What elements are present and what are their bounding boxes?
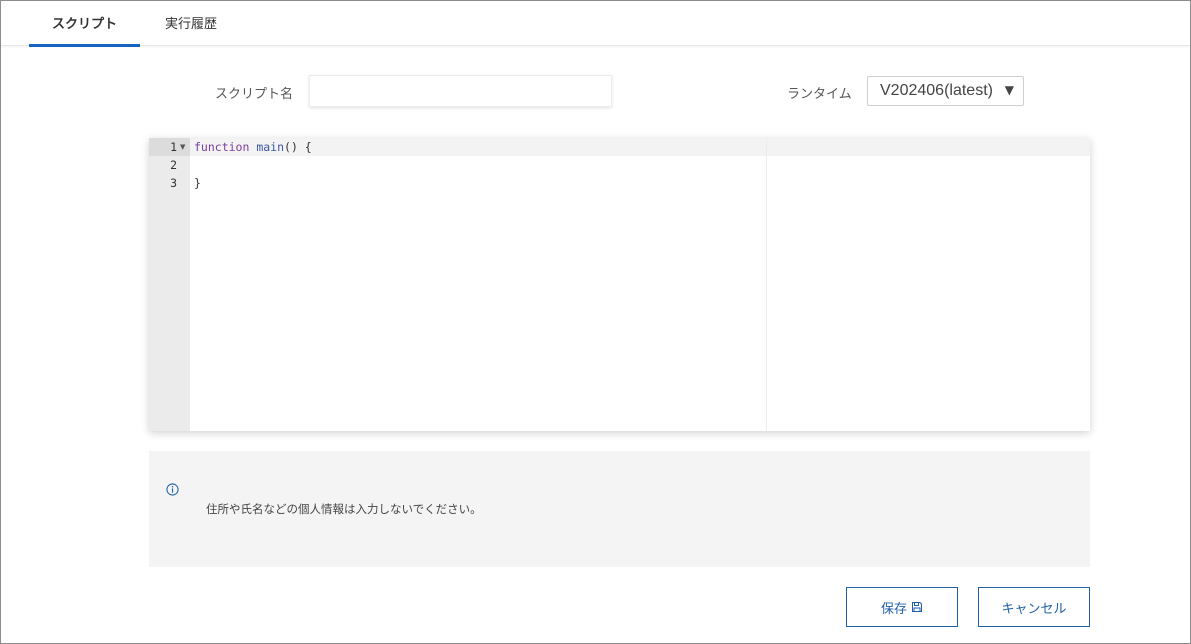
- notice-box: 住所や氏名などの個人情報は入力しないでください。: [149, 451, 1090, 567]
- cancel-button[interactable]: キャンセル: [978, 587, 1090, 627]
- line-number: 2: [170, 158, 177, 172]
- runtime-selected-value: V202406(latest): [880, 82, 993, 99]
- cancel-button-label: キャンセル: [1001, 601, 1067, 617]
- active-line-highlight: [190, 138, 1090, 156]
- notice-text: 住所や氏名などの個人情報は入力しないでください。: [206, 502, 482, 516]
- line-number: 3: [170, 176, 177, 190]
- script-name-label: スクリプト名: [215, 87, 294, 102]
- code-editor[interactable]: 1 ▼ 2 3 function main() { }: [149, 138, 1090, 431]
- code-line: function main() {: [194, 138, 312, 156]
- runtime-label: ランタイム: [787, 87, 852, 102]
- fold-arrow-icon[interactable]: ▼: [180, 138, 185, 156]
- code-text: () {: [284, 140, 312, 154]
- save-button[interactable]: 保存: [846, 587, 958, 627]
- floppy-disk-icon: [912, 602, 922, 612]
- script-name-input[interactable]: [309, 75, 612, 107]
- tab-bar: スクリプト 実行履歴: [1, 1, 1190, 47]
- tab-script[interactable]: スクリプト: [29, 1, 140, 47]
- line-number: 1: [170, 140, 177, 154]
- info-circle-icon: [166, 483, 179, 496]
- save-button-label: 保存: [880, 601, 907, 617]
- code-line: }: [194, 176, 201, 190]
- caret-down-icon: ▼: [1004, 83, 1014, 97]
- print-margin: [766, 138, 767, 431]
- tab-execution-history[interactable]: 実行履歴: [151, 1, 231, 46]
- code-keyword: function: [194, 140, 250, 154]
- runtime-select[interactable]: V202406(latest) ▼: [867, 76, 1024, 106]
- code-function-name: main: [256, 140, 285, 154]
